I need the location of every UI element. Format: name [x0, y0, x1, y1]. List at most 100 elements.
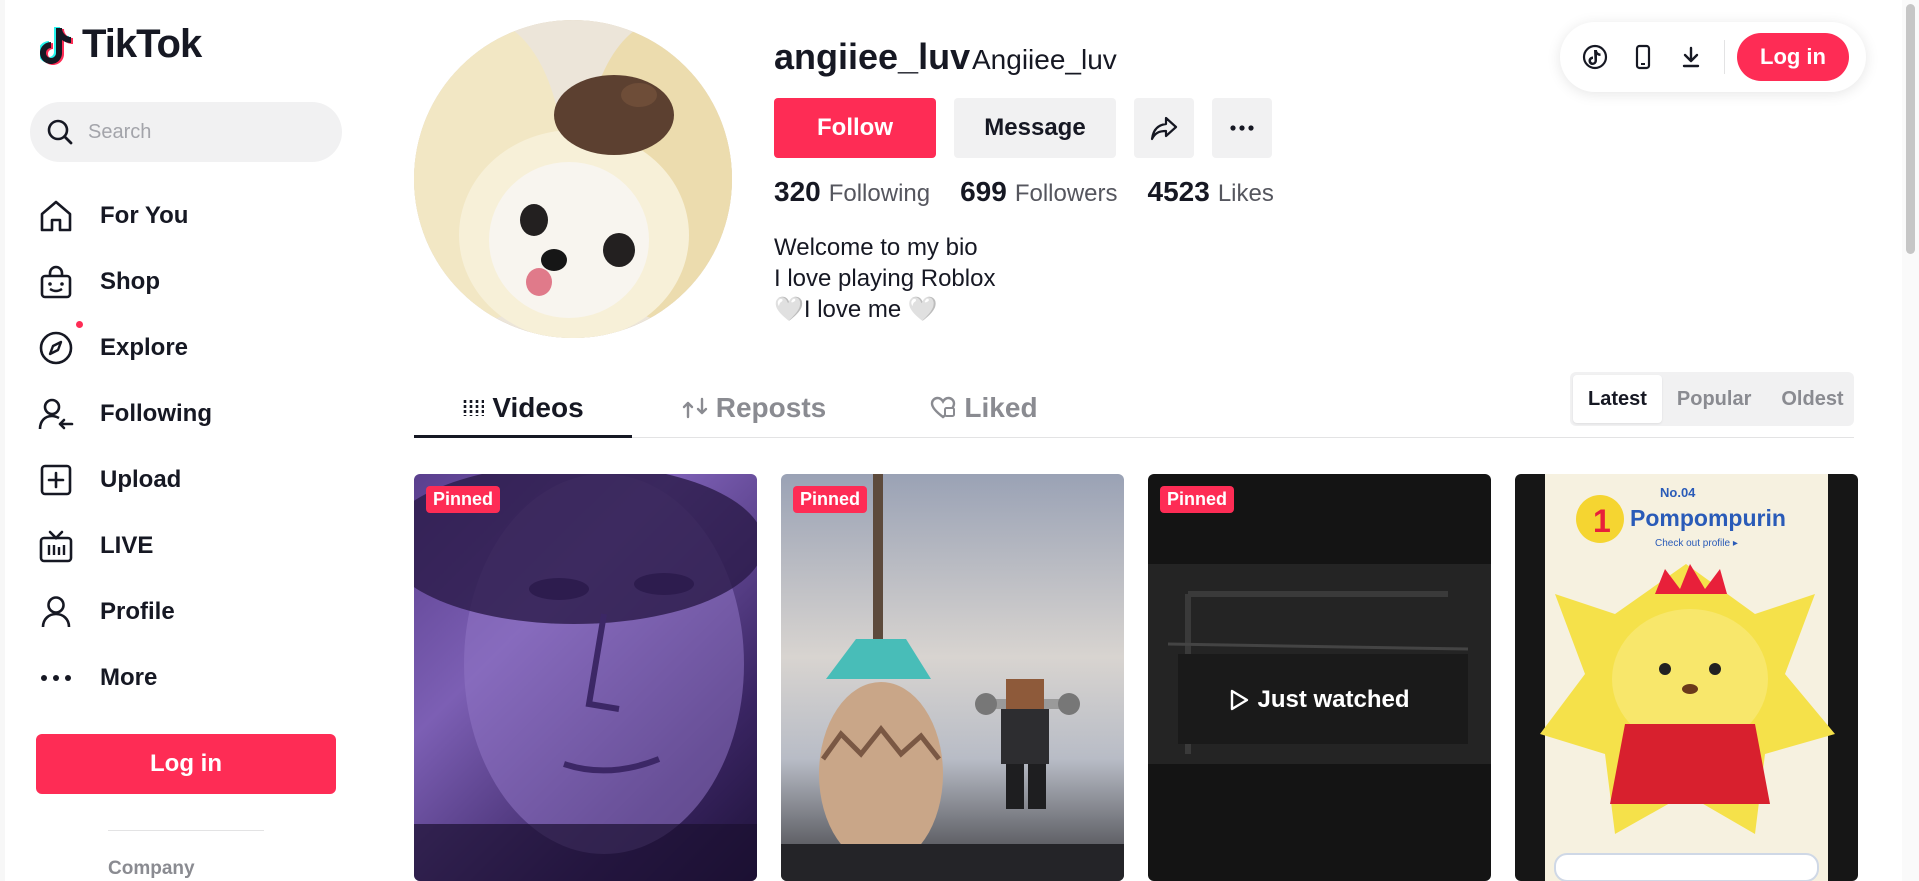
- tab-label: Videos: [492, 392, 584, 423]
- profile-avatar[interactable]: [414, 20, 732, 338]
- rank-number-art: 1: [1593, 503, 1611, 539]
- sidebar-item-label: Upload: [100, 466, 182, 493]
- title-art: Pompompurin: [1630, 505, 1786, 531]
- video-thumbnail: [781, 474, 1124, 881]
- video-card[interactable]: Pinned: [781, 474, 1124, 881]
- mobile-phone-icon[interactable]: [1628, 42, 1658, 72]
- sidebar-item-live[interactable]: LIVE: [36, 513, 346, 579]
- sidebar-item-explore[interactable]: Explore: [36, 315, 346, 381]
- tiktok-note-icon: [40, 26, 73, 65]
- sidebar-item-following[interactable]: Following: [36, 381, 346, 447]
- video-grid: Pinned Pinned Pinned Just watched 1 No.0…: [414, 474, 1858, 881]
- video-card[interactable]: Pinned: [414, 474, 757, 881]
- bio-line: I love playing Roblox: [774, 265, 996, 292]
- profile-bio: Welcome to my bio I love playing Roblox …: [774, 232, 995, 325]
- sort-oldest[interactable]: Oldest: [1766, 375, 1858, 423]
- sidebar-item-label: Shop: [100, 268, 160, 295]
- repost-icon: [682, 397, 707, 419]
- search-icon: [47, 119, 73, 145]
- stat-label: Likes: [1217, 180, 1274, 207]
- pinned-badge: Pinned: [426, 486, 501, 513]
- compass-icon: [36, 328, 76, 368]
- sidebar-item-label: Explore: [100, 334, 189, 361]
- tab-liked[interactable]: Liked: [914, 378, 1054, 438]
- topbar-login-button[interactable]: Log in: [1737, 33, 1849, 81]
- more-options-button[interactable]: [1212, 98, 1272, 158]
- subtitle-art: Check out profile ▸: [1655, 538, 1738, 549]
- sidebar-divider: [108, 830, 264, 831]
- pinned-badge: Pinned: [793, 486, 868, 513]
- top-actions-bar: Log in: [1560, 22, 1866, 92]
- more-dots-icon: [36, 658, 76, 698]
- stat-value: 699: [960, 176, 1007, 207]
- share-button[interactable]: [1134, 98, 1194, 158]
- more-dots-icon: [1230, 125, 1254, 131]
- tiktok-logo[interactable]: TikTok: [40, 22, 202, 67]
- sidebar-login-button[interactable]: Log in: [36, 734, 336, 794]
- following-user-icon: [36, 394, 76, 434]
- search-bar[interactable]: [30, 102, 342, 162]
- home-icon: [36, 196, 76, 236]
- profile-user-icon: [36, 592, 76, 632]
- video-thumbnail: [1148, 564, 1491, 764]
- stat-value: 4523: [1147, 176, 1210, 207]
- stat-label: Following: [828, 180, 931, 207]
- sidebar-nav: For You Shop Explore Following Upload LI…: [36, 183, 346, 711]
- bio-line: Welcome to my bio: [774, 234, 978, 261]
- pinned-badge: Pinned: [1160, 486, 1235, 513]
- search-input[interactable]: [88, 120, 328, 144]
- profile-nickname: Angiiee_luv: [972, 44, 1117, 75]
- share-arrow-icon: [1150, 116, 1178, 141]
- stat-following[interactable]: 320 Following: [774, 176, 930, 208]
- bio-line: 🤍I love me 🤍: [774, 296, 938, 323]
- video-thumbnail: 1 No.04 Pompompurin Check out profile ▸: [1540, 474, 1835, 881]
- topbar-divider: [1724, 40, 1725, 74]
- sidebar-item-label: LIVE: [100, 532, 154, 559]
- stat-likes: 4523 Likes: [1148, 176, 1274, 208]
- video-thumbnail: [414, 474, 757, 881]
- message-button[interactable]: Message: [954, 98, 1116, 158]
- number-art: No.04: [1660, 485, 1696, 500]
- profile-stats: 320 Following 699 Followers 4523 Likes: [774, 176, 1274, 208]
- sidebar-item-label: For You: [100, 202, 189, 229]
- window-edge: [0, 0, 5, 881]
- avatar-dog-image: [414, 20, 732, 338]
- upload-plus-icon: [36, 460, 76, 500]
- videos-grid-icon: [464, 400, 485, 416]
- sort-segmented-control: Latest Popular Oldest: [1570, 372, 1854, 426]
- logo-text: TikTok: [82, 22, 202, 66]
- stat-label: Followers: [1014, 180, 1118, 207]
- play-icon: [1231, 689, 1249, 711]
- sidebar-item-label: Following: [100, 400, 212, 427]
- live-tv-icon: [36, 526, 76, 566]
- profile-username: angiiee_luv: [774, 36, 971, 77]
- sort-popular[interactable]: Popular: [1662, 375, 1766, 423]
- tab-reposts[interactable]: Reposts: [674, 378, 834, 438]
- tiktok-coin-icon[interactable]: [1580, 42, 1610, 72]
- stat-followers[interactable]: 699 Followers: [960, 176, 1117, 208]
- sidebar-item-for-you[interactable]: For You: [36, 183, 346, 249]
- follow-button[interactable]: Follow: [774, 98, 936, 158]
- active-tab-underline: [414, 435, 632, 438]
- video-card[interactable]: Pinned Just watched: [1148, 474, 1491, 881]
- sidebar-item-shop[interactable]: Shop: [36, 249, 346, 328]
- sidebar-item-label: More: [100, 664, 158, 691]
- page-scrollbar-thumb[interactable]: [1906, 4, 1915, 254]
- just-watched-overlay: Just watched: [1148, 686, 1491, 714]
- liked-heart-icon: [931, 396, 956, 419]
- sort-latest[interactable]: Latest: [1573, 375, 1662, 423]
- stat-value: 320: [774, 176, 821, 207]
- tab-label: Reposts: [715, 392, 827, 423]
- shop-bag-icon: [36, 262, 76, 302]
- sidebar-item-upload[interactable]: Upload: [36, 447, 346, 513]
- tab-label: Liked: [964, 392, 1038, 423]
- tab-videos[interactable]: Videos: [414, 378, 632, 438]
- video-card[interactable]: 1 No.04 Pompompurin Check out profile ▸: [1515, 474, 1858, 881]
- sidebar-item-more[interactable]: More: [36, 645, 346, 711]
- sidebar: TikTok For You Shop Explore: [0, 0, 360, 881]
- download-icon[interactable]: [1676, 42, 1706, 72]
- overlay-label: Just watched: [1257, 686, 1410, 713]
- sidebar-item-profile[interactable]: Profile: [36, 579, 346, 645]
- sidebar-item-label: Profile: [100, 598, 175, 625]
- footer-company-link[interactable]: Company: [108, 858, 195, 880]
